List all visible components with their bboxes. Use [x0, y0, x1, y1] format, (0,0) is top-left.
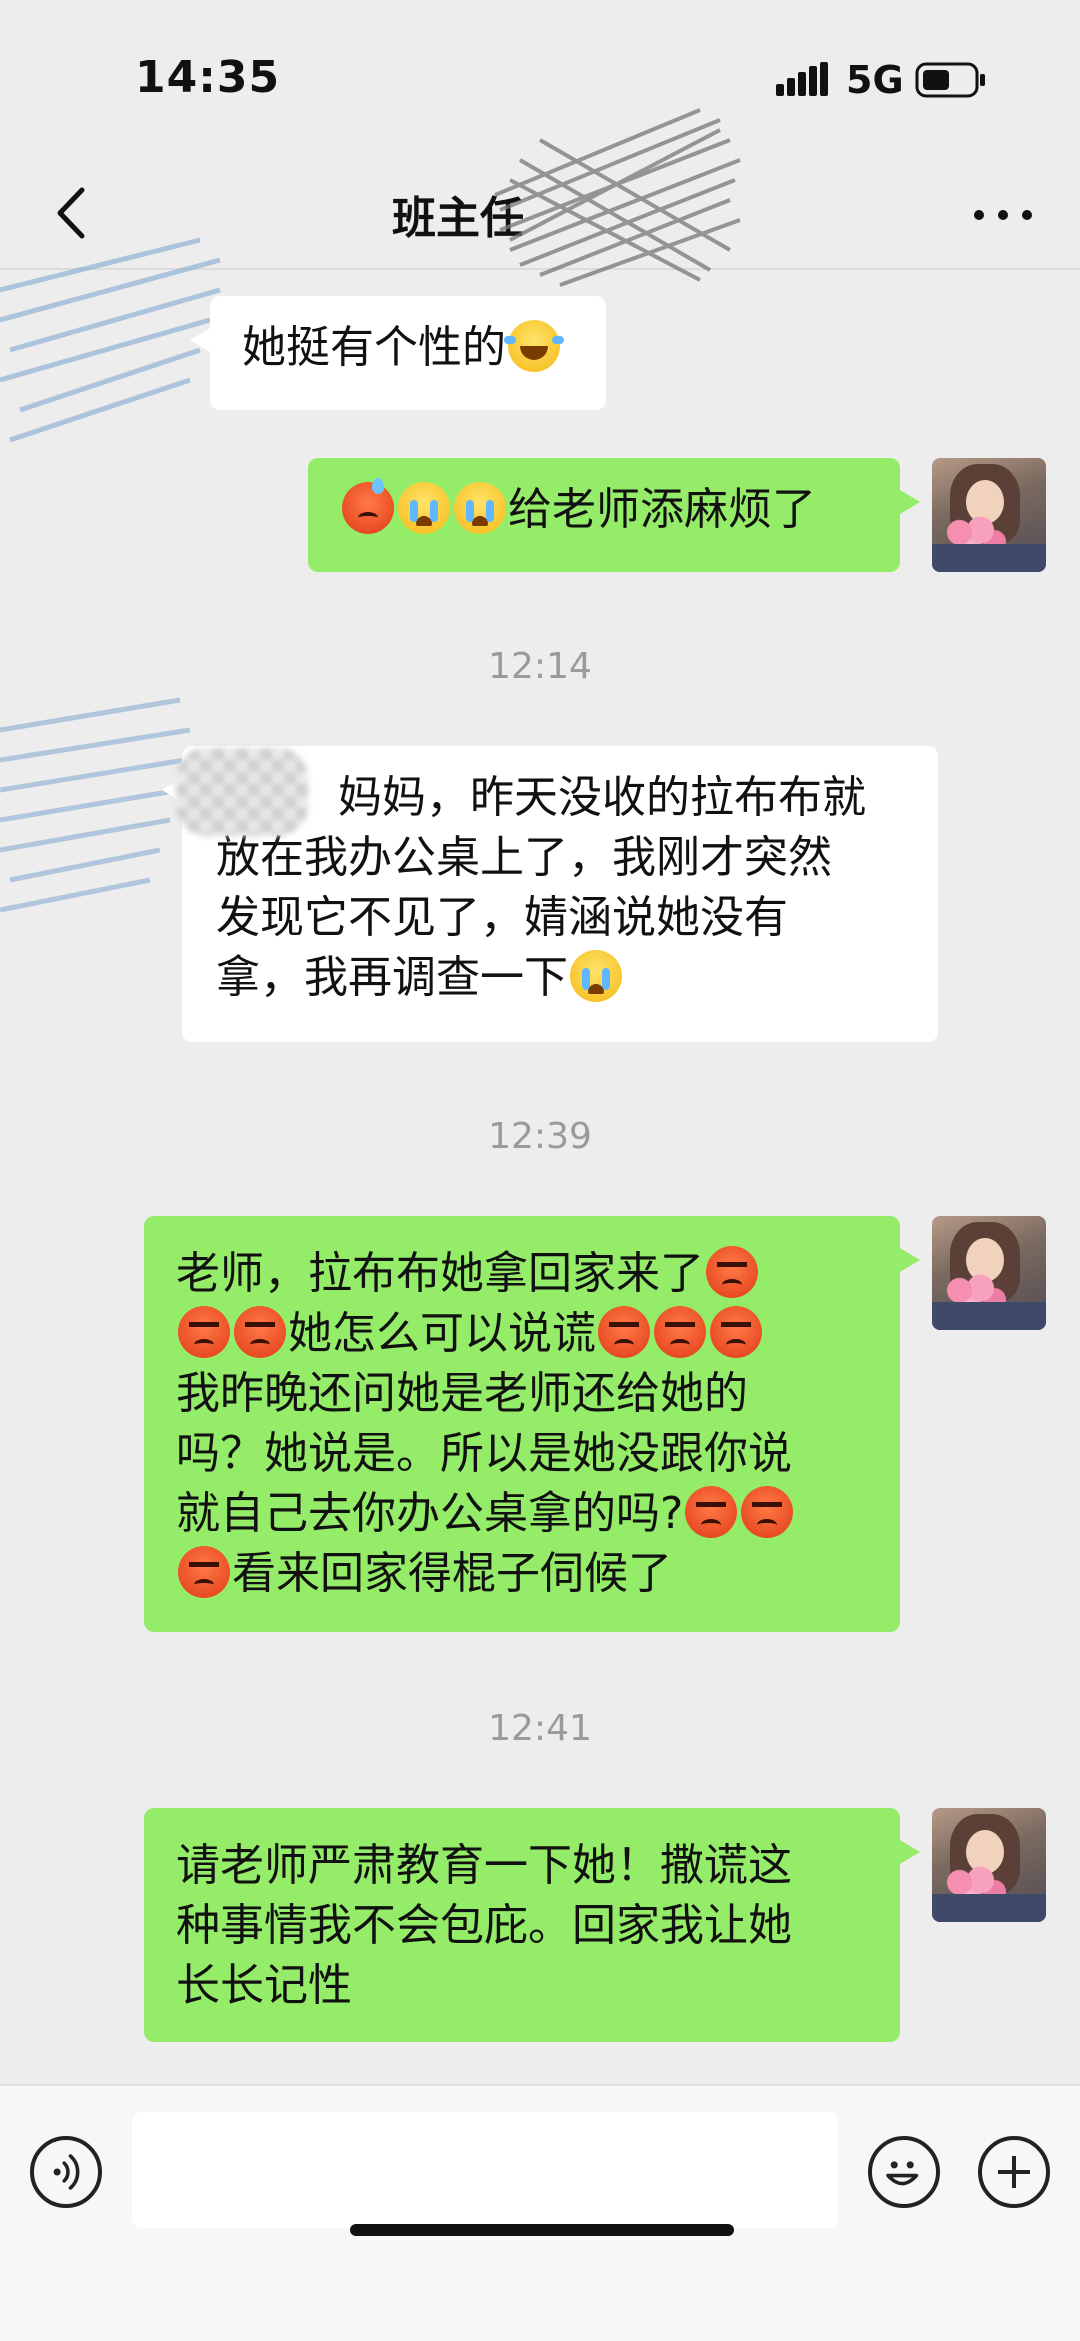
cry-emoji-icon: [398, 482, 450, 534]
message-bubble-outgoing[interactable]: 请老师严肃教育一下她！撒谎这 种事情我不会包庇。回家我让她 长长记性: [144, 1808, 920, 2042]
message-bubble-outgoing[interactable]: 给老师添麻烦了: [308, 458, 920, 572]
laugh-cry-emoji-icon: [504, 320, 560, 372]
avatar[interactable]: [932, 1216, 1046, 1330]
network-label: 5G: [846, 58, 904, 102]
angry-emoji-icon: [178, 1546, 230, 1598]
plus-icon[interactable]: [978, 2136, 1050, 2208]
message-line: 吗？她说是。所以是她没跟你说: [176, 1428, 792, 1479]
home-indicator: [350, 2224, 734, 2236]
message-line: 看来回家得棍子伺候了: [232, 1548, 672, 1599]
chevron-left-icon[interactable]: [40, 178, 110, 248]
message-line: 发现它不见了，婧涵说她没有: [216, 892, 788, 943]
message-text: 她挺有个性的: [242, 322, 506, 373]
sweat-angry-emoji-icon: [342, 478, 394, 534]
message-text: 给老师添麻烦了: [508, 484, 816, 535]
message-line: 我昨晚还问她是老师还给她的: [176, 1368, 748, 1419]
scribble-redaction: [0, 697, 191, 913]
input-bar: [0, 2084, 1080, 2341]
avatar[interactable]: [932, 1808, 1046, 1922]
timestamp: 12:39: [488, 1116, 592, 1157]
angry-emoji-icon: [178, 1306, 230, 1358]
message-line: 请老师严肃教育一下她！撒谎这: [176, 1840, 792, 1891]
smiley-icon[interactable]: [868, 2136, 940, 2208]
angry-emoji-icon: [598, 1306, 650, 1358]
angry-emoji-icon: [710, 1306, 762, 1358]
angry-emoji-icon: [234, 1306, 286, 1358]
message-line: 种事情我不会包庇。回家我让她: [176, 1900, 792, 1951]
message-line: 放在我办公桌上了，我刚才突然: [216, 832, 832, 883]
more-dots-icon[interactable]: [968, 190, 1038, 240]
cry-emoji-icon: [454, 482, 506, 534]
timestamp: 12:14: [488, 646, 592, 687]
message-line: 就自己去你办公桌拿的吗?: [176, 1488, 684, 1539]
battery-icon: [915, 62, 985, 98]
blurred-redaction: [176, 748, 308, 836]
timestamp: 12:41: [488, 1708, 592, 1749]
message-line: 长长记性: [176, 1960, 352, 2011]
angry-emoji-icon: [685, 1486, 738, 1538]
cry-emoji-icon: [570, 950, 622, 1002]
message-line: 她怎么可以说谎: [288, 1308, 596, 1359]
message-line: 拿，我再调查一下: [216, 952, 568, 1003]
avatar[interactable]: [932, 458, 1046, 572]
message-bubble-outgoing[interactable]: 老师，拉布布她拿回家来了 她怎么可以说谎 我昨晚还问她是老师还给她的 吗？她说是…: [144, 1216, 920, 1632]
message-line: 老师，拉布布她拿回家来了: [176, 1248, 704, 1299]
message-line: 妈妈，昨天没收的拉布布就: [338, 772, 866, 823]
angry-emoji-icon: [654, 1306, 706, 1358]
angry-emoji-icon: [706, 1246, 758, 1298]
message-input[interactable]: [132, 2112, 838, 2228]
voice-icon[interactable]: [30, 2136, 102, 2208]
chat-title: 班主任: [392, 193, 524, 244]
signal-bars-icon: [776, 62, 828, 96]
angry-emoji-icon: [741, 1486, 794, 1538]
status-bar: 14:35 5G: [0, 0, 1080, 150]
message-bubble-incoming[interactable]: 她挺有个性的: [190, 296, 606, 410]
status-time: 14:35: [135, 52, 281, 103]
chat-header: 班主任: [0, 160, 1080, 270]
